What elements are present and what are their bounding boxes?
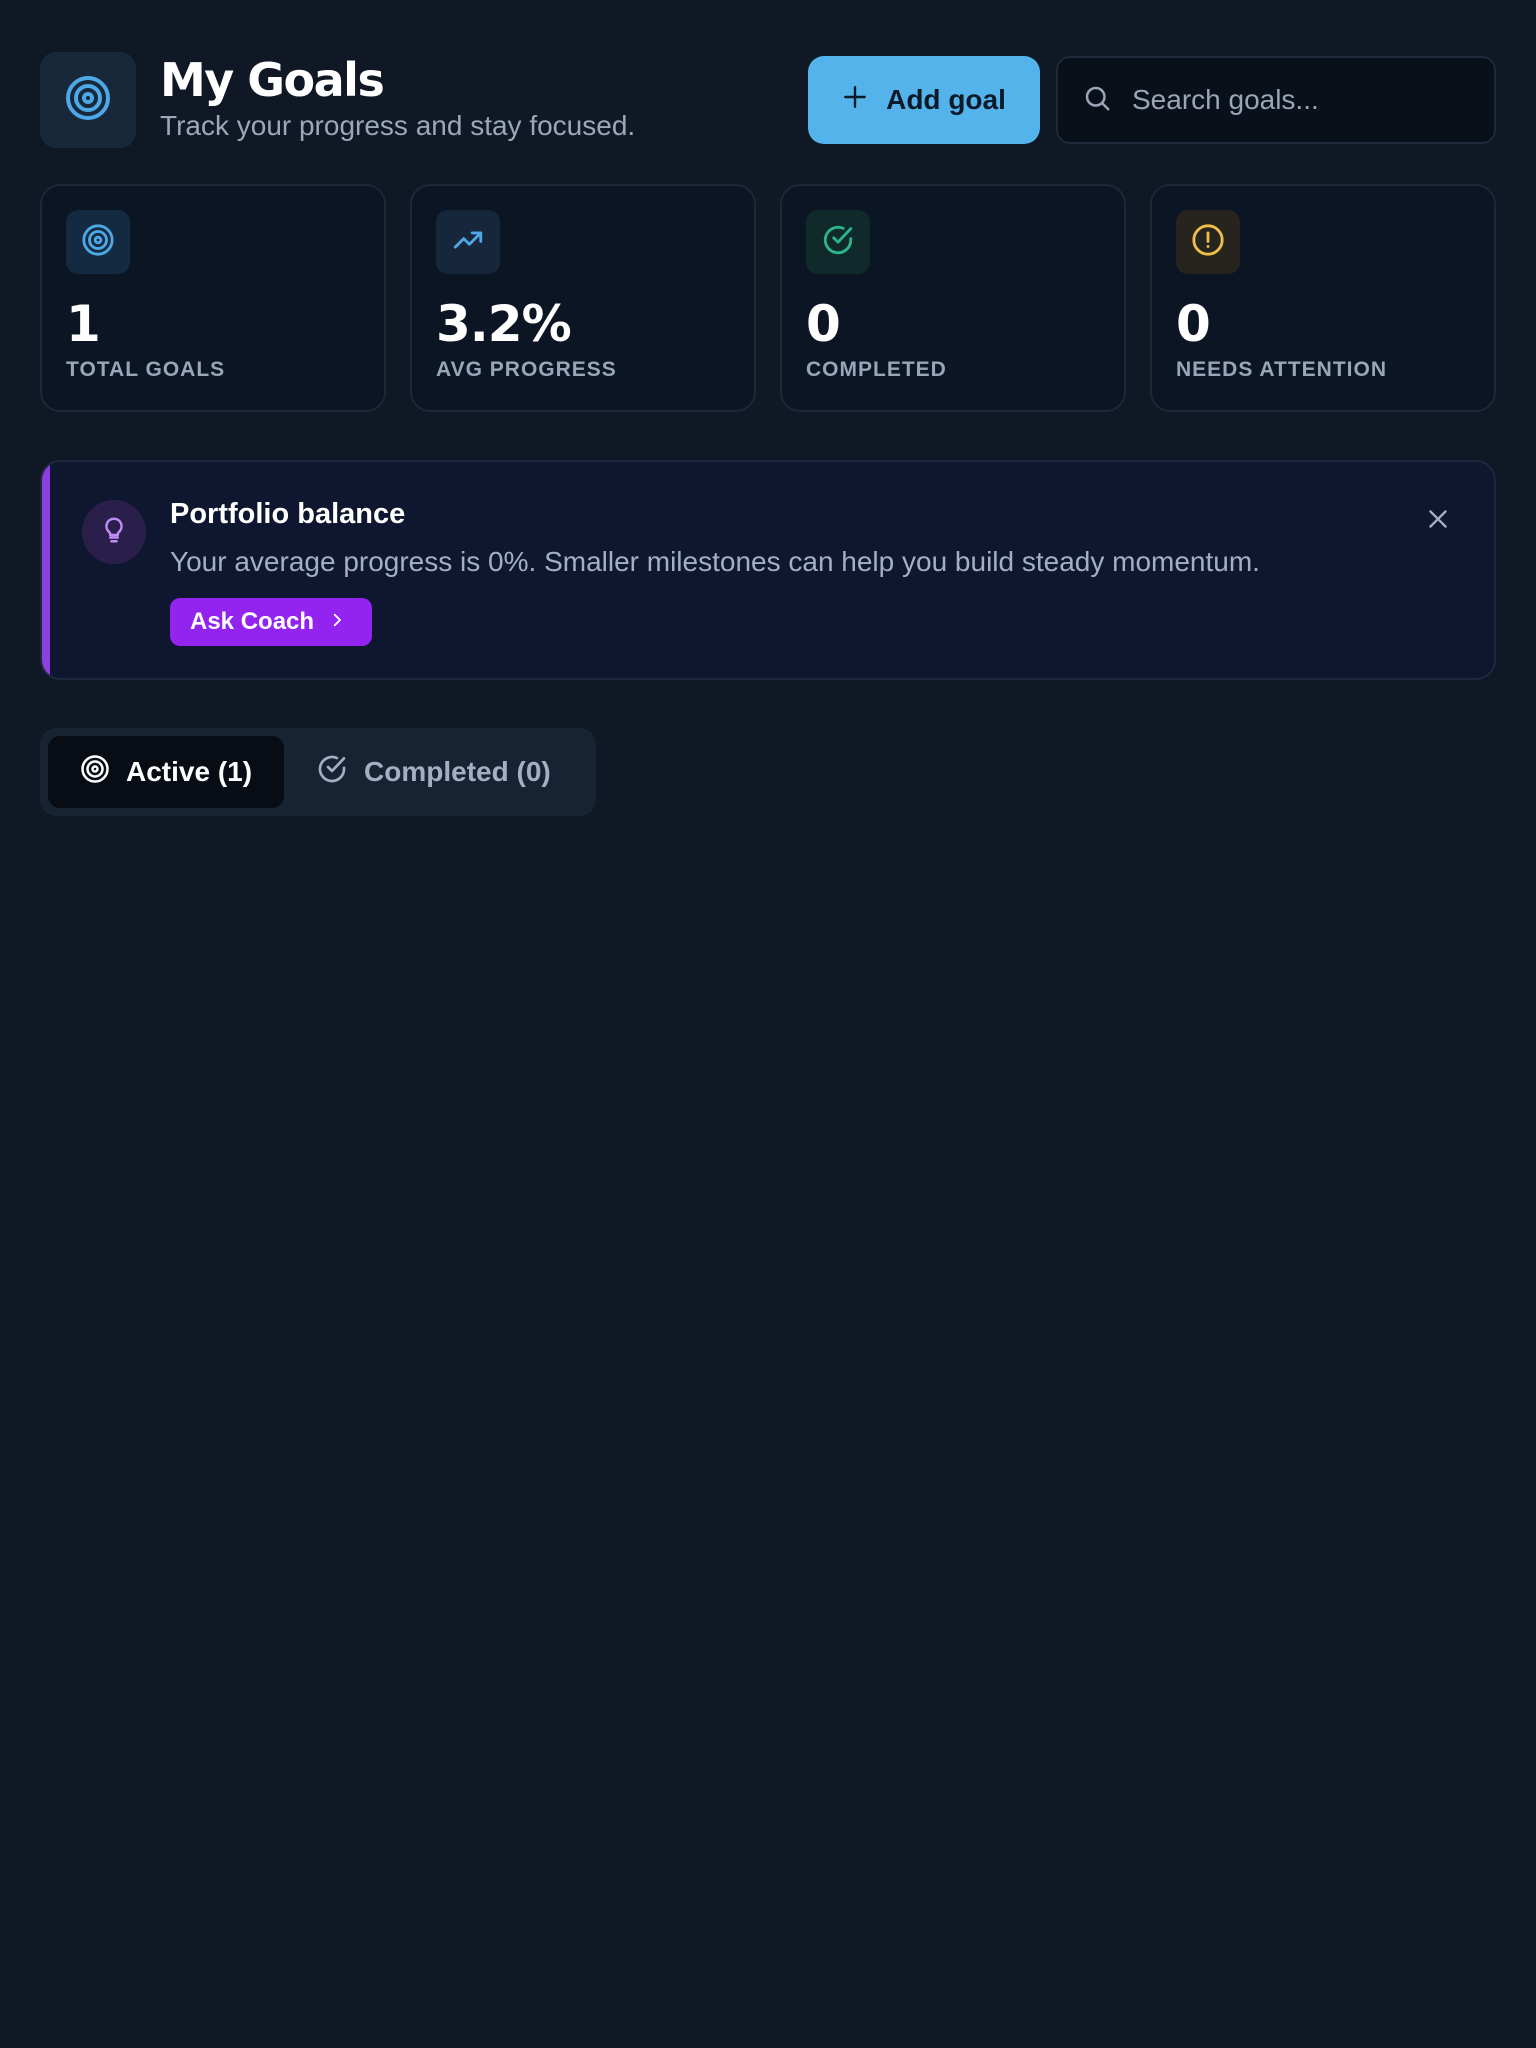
chevron-right-icon bbox=[328, 608, 346, 636]
stat-icon-tile bbox=[66, 210, 130, 274]
stat-label: COMPLETED bbox=[806, 358, 947, 381]
stat-icon-tile bbox=[436, 210, 500, 274]
stat-label: TOTAL GOALS bbox=[66, 358, 226, 381]
tab-completed[interactable]: Completed (0) bbox=[284, 736, 583, 808]
target-icon bbox=[81, 223, 115, 262]
insight-banner: Portfolio balance Your average progress … bbox=[40, 460, 1496, 680]
check-circle-icon bbox=[316, 753, 348, 792]
stat-value: 0 bbox=[806, 295, 841, 353]
search-box[interactable] bbox=[1056, 56, 1496, 144]
stat-icon-tile bbox=[806, 210, 870, 274]
lightbulb-icon bbox=[99, 515, 129, 550]
page-title: My Goals bbox=[160, 53, 385, 107]
banner-accent-bar bbox=[42, 462, 50, 678]
app-logo bbox=[40, 52, 136, 148]
stat-card-total-goals: 1 TOTAL GOALS bbox=[40, 184, 386, 412]
banner-icon bbox=[82, 500, 146, 564]
close-icon bbox=[1425, 506, 1451, 535]
title-block: My Goals Track your progress and stay fo… bbox=[160, 52, 635, 144]
banner-text: Your average progress is 0%. Smaller mil… bbox=[170, 546, 1260, 577]
stat-value: 0 bbox=[1176, 295, 1211, 353]
alert-circle-icon bbox=[1191, 223, 1225, 262]
add-goal-button[interactable]: Add goal bbox=[808, 56, 1040, 144]
goal-tabs: Active (1) Completed (0) bbox=[40, 728, 596, 816]
tab-label: Completed (0) bbox=[364, 756, 551, 787]
stat-label: NEEDS ATTENTION bbox=[1176, 358, 1388, 381]
tab-active[interactable]: Active (1) bbox=[48, 736, 285, 808]
search-input[interactable] bbox=[1132, 84, 1472, 116]
banner-title: Portfolio balance bbox=[170, 498, 406, 530]
search-icon bbox=[1082, 83, 1112, 118]
ask-coach-label: Ask Coach bbox=[190, 608, 315, 635]
page-subtitle: Track your progress and stay focused. bbox=[160, 110, 636, 141]
check-circle-icon bbox=[821, 223, 855, 262]
stat-card-avg-progress: 3.2% AVG PROGRESS bbox=[410, 184, 756, 412]
target-icon bbox=[64, 74, 112, 127]
tab-label: Active (1) bbox=[126, 756, 253, 787]
stat-icon-tile bbox=[1176, 210, 1240, 274]
stat-value: 3.2% bbox=[436, 295, 572, 353]
stat-label: AVG PROGRESS bbox=[436, 358, 617, 381]
stat-card-completed: 0 COMPLETED bbox=[780, 184, 1126, 412]
target-icon bbox=[80, 754, 110, 791]
stat-card-needs-attention: 0 NEEDS ATTENTION bbox=[1150, 184, 1496, 412]
trending-up-icon bbox=[451, 223, 485, 262]
stats-row: 1 TOTAL GOALS 3.2% AVG PROGRESS 0 COMPLE… bbox=[40, 184, 1496, 412]
stat-value: 1 bbox=[66, 295, 101, 353]
plus-icon bbox=[842, 84, 868, 117]
dismiss-banner-button[interactable] bbox=[1422, 504, 1454, 536]
add-goal-label: Add goal bbox=[886, 84, 1006, 115]
page-header: My Goals Track your progress and stay fo… bbox=[40, 52, 1496, 148]
ask-coach-button[interactable]: Ask Coach bbox=[170, 598, 373, 646]
